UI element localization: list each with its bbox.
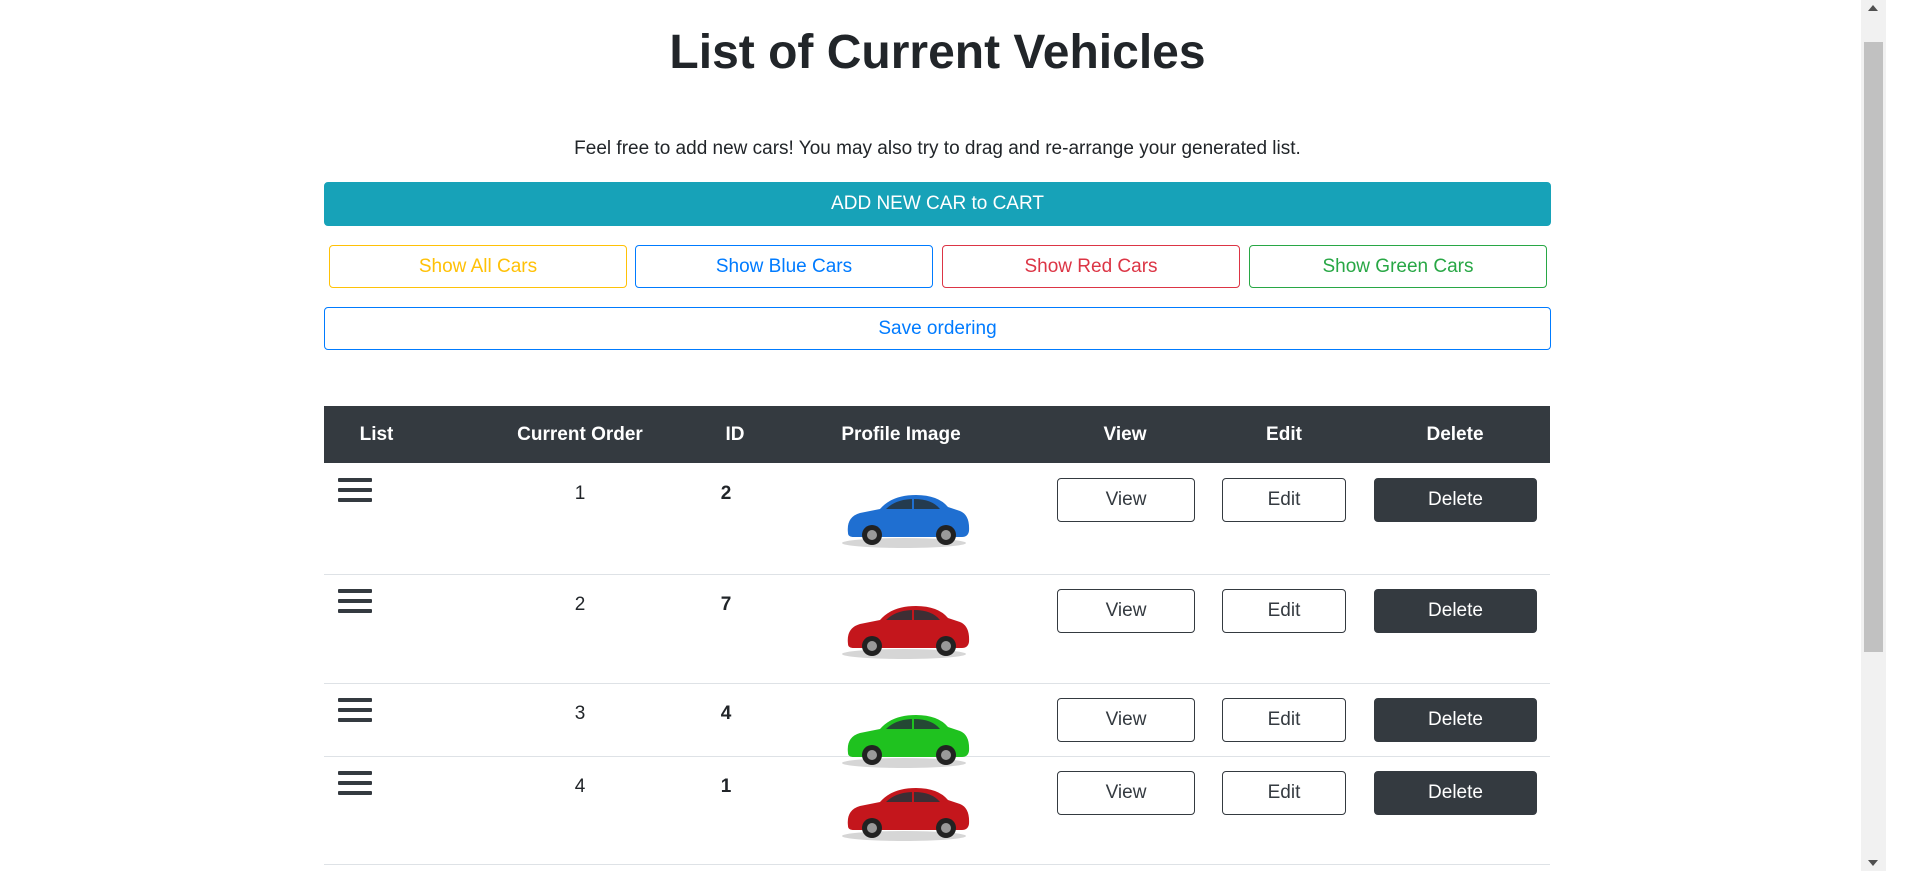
hamburger-icon[interactable] bbox=[338, 771, 372, 801]
current-order: 3 bbox=[574, 703, 586, 724]
vehicle-id: 1 bbox=[720, 776, 732, 797]
show-green-cars-button[interactable]: Show Green Cars bbox=[1249, 245, 1547, 288]
table-row[interactable]: 4 1 View Edit Delete bbox=[324, 756, 1550, 865]
vehicle-id: 4 bbox=[720, 703, 732, 724]
page-title: List of Current Vehicles bbox=[669, 26, 1206, 79]
edit-button[interactable]: Edit bbox=[1222, 478, 1346, 522]
show-red-cars-button[interactable]: Show Red Cars bbox=[942, 245, 1240, 288]
current-order: 4 bbox=[574, 776, 586, 797]
header-profile-image: Profile Image bbox=[841, 423, 961, 445]
car-profile-image bbox=[776, 471, 1026, 561]
car-icon bbox=[842, 495, 970, 548]
save-ordering-button[interactable]: Save ordering bbox=[324, 307, 1551, 350]
show-blue-cars-button[interactable]: Show Blue Cars bbox=[635, 245, 933, 288]
view-button[interactable]: View bbox=[1057, 698, 1195, 742]
vehicle-id: 2 bbox=[720, 483, 732, 504]
view-button[interactable]: View bbox=[1057, 478, 1195, 522]
scroll-up-icon[interactable] bbox=[1868, 5, 1878, 11]
hamburger-icon[interactable] bbox=[338, 589, 372, 619]
header-current-order: Current Order bbox=[517, 423, 643, 445]
page: List of Current Vehicles Feel free to ad… bbox=[0, 0, 1886, 871]
edit-button[interactable]: Edit bbox=[1222, 771, 1346, 815]
edit-button[interactable]: Edit bbox=[1222, 589, 1346, 633]
table-row[interactable]: 3 4 View Edit Delete bbox=[324, 683, 1550, 768]
hamburger-icon[interactable] bbox=[338, 478, 372, 508]
header-id: ID bbox=[725, 423, 745, 445]
delete-button[interactable]: Delete bbox=[1374, 478, 1537, 522]
vehicle-id: 7 bbox=[720, 594, 732, 615]
page-subtitle: Feel free to add new cars! You may also … bbox=[574, 138, 1301, 159]
hamburger-icon[interactable] bbox=[338, 698, 372, 728]
current-order: 2 bbox=[574, 594, 586, 615]
car-icon bbox=[842, 606, 970, 659]
edit-button[interactable]: Edit bbox=[1222, 698, 1346, 742]
table-row[interactable]: 2 7 View Edit Delete bbox=[324, 574, 1550, 684]
delete-button[interactable]: Delete bbox=[1374, 771, 1537, 815]
header-delete: Delete bbox=[1426, 423, 1484, 445]
current-order: 1 bbox=[574, 483, 586, 504]
vertical-scrollbar[interactable] bbox=[1861, 0, 1886, 871]
header-list: List bbox=[359, 423, 394, 445]
car-profile-image bbox=[776, 764, 1026, 854]
table-header: List Current Order ID Profile Image View… bbox=[324, 406, 1550, 463]
add-new-car-button[interactable]: ADD NEW CAR to CART bbox=[324, 182, 1551, 226]
scroll-down-icon[interactable] bbox=[1868, 860, 1878, 866]
car-icon bbox=[842, 788, 970, 841]
table-row[interactable]: 1 2 View Edit Delete bbox=[324, 463, 1550, 575]
show-all-cars-button[interactable]: Show All Cars bbox=[329, 245, 627, 288]
view-button[interactable]: View bbox=[1057, 771, 1195, 815]
delete-button[interactable]: Delete bbox=[1374, 698, 1537, 742]
header-view: View bbox=[1103, 423, 1147, 445]
car-profile-image bbox=[776, 582, 1026, 672]
delete-button[interactable]: Delete bbox=[1374, 589, 1537, 633]
header-edit: Edit bbox=[1266, 423, 1302, 445]
scroll-thumb[interactable] bbox=[1864, 42, 1883, 652]
view-button[interactable]: View bbox=[1057, 589, 1195, 633]
